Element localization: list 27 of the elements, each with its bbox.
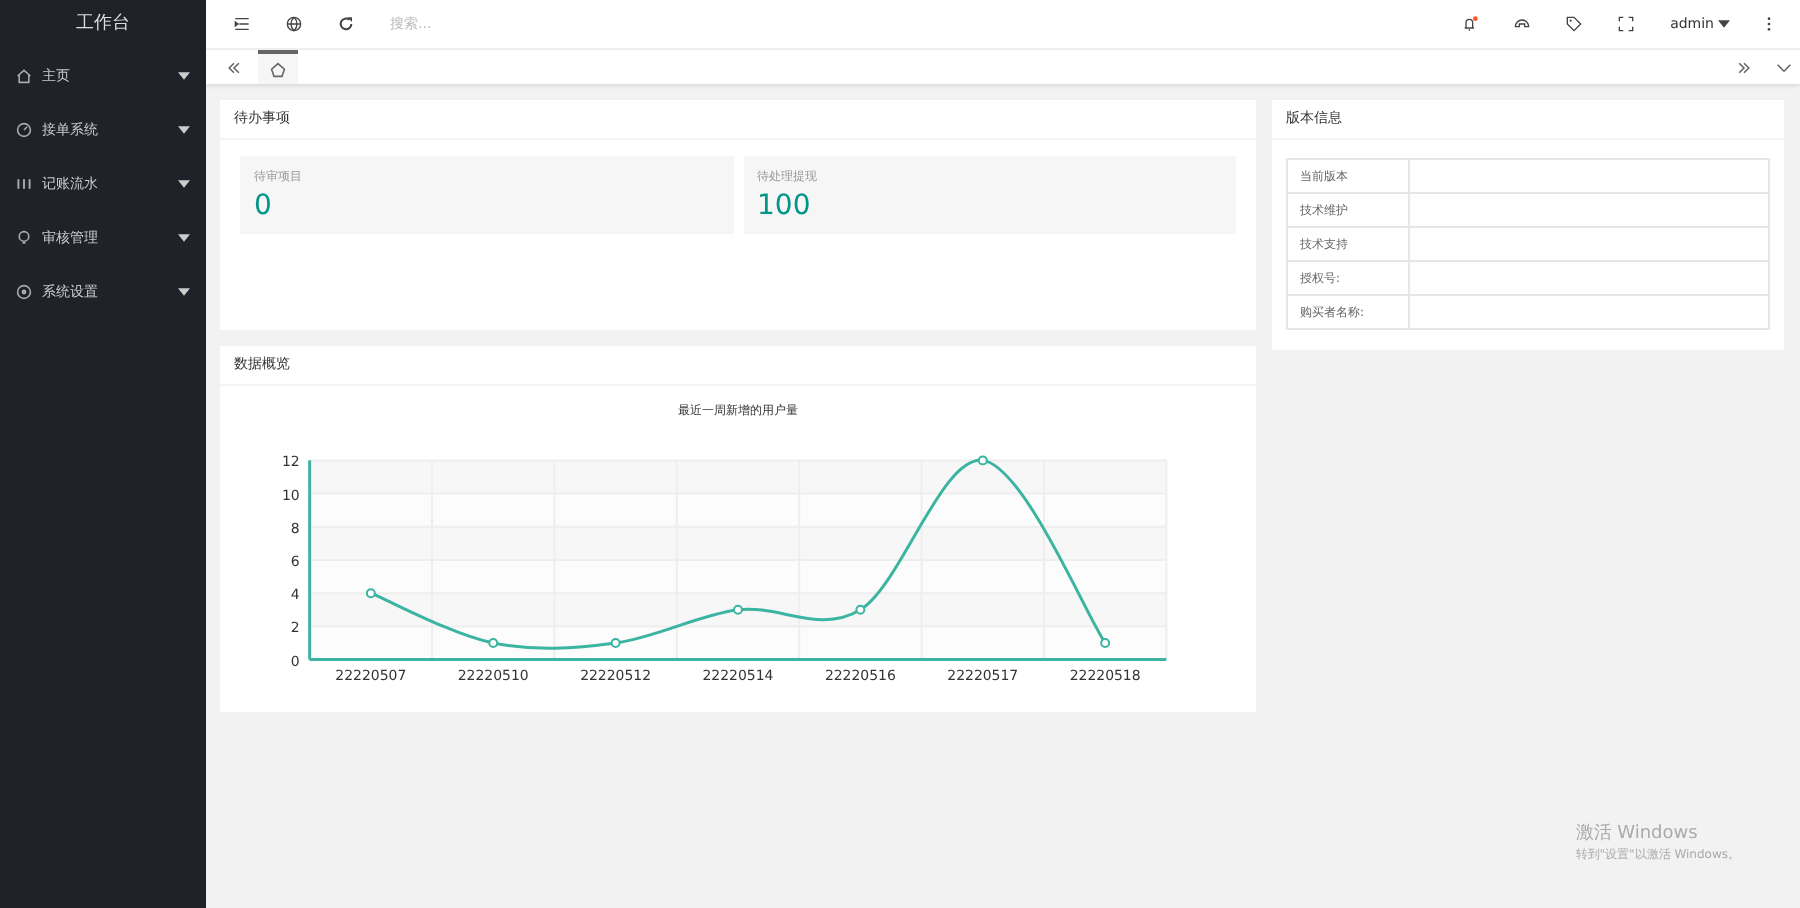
- menu-icon[interactable]: [234, 16, 250, 32]
- settings-icon: [16, 283, 32, 299]
- caret-icon: [178, 125, 190, 133]
- globe-icon[interactable]: [286, 16, 302, 32]
- gauge-icon: [16, 121, 32, 137]
- stat-value: 100: [757, 190, 813, 222]
- more-icon[interactable]: [1766, 16, 1772, 32]
- home-tab[interactable]: [258, 50, 298, 84]
- caret-icon: [178, 233, 190, 241]
- data-point: [488, 638, 499, 648]
- caret-icon: [178, 71, 190, 79]
- data-point: [855, 604, 866, 615]
- bulb-icon: [16, 229, 32, 245]
- caret-icon: [178, 179, 190, 187]
- fullscreen-icon[interactable]: [1618, 16, 1635, 32]
- data-point: [733, 604, 743, 615]
- notification-bell-icon[interactable]: [1462, 16, 1479, 32]
- stat-value: 0: [254, 190, 274, 222]
- columns-icon: [16, 175, 32, 191]
- activation-title: 激活 Windows: [1575, 821, 1700, 846]
- sidebar-title: 工作台: [74, 11, 132, 38]
- data-point: [1100, 638, 1111, 648]
- caret-icon: [178, 287, 190, 295]
- caret-icon: [1718, 20, 1730, 28]
- tag-icon[interactable]: [1566, 16, 1583, 32]
- data-point: [610, 638, 621, 648]
- refresh-icon[interactable]: [338, 16, 354, 32]
